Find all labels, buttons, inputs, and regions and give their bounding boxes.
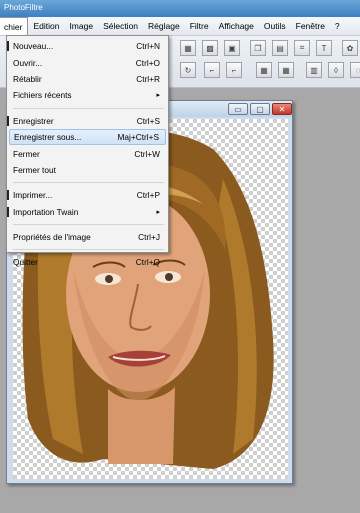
menu-separator bbox=[13, 223, 164, 225]
row-marker bbox=[7, 206, 9, 217]
layer-down-icon[interactable]: ⌐ bbox=[204, 62, 220, 78]
shortcut-label: Ctrl+N bbox=[136, 41, 160, 52]
menu-selection[interactable]: Sélection bbox=[98, 17, 143, 35]
menu-item-enregistrer[interactable]: Enregistrer Ctrl+S bbox=[7, 113, 168, 129]
row-marker bbox=[7, 190, 9, 201]
menu-separator bbox=[13, 249, 164, 251]
minimize-button[interactable]: ▭ bbox=[228, 103, 248, 115]
shortcut-label: Ctrl+S bbox=[136, 115, 160, 126]
menu-item-label: Enregistrer bbox=[13, 115, 54, 126]
zoom-out-icon[interactable]: ▦ bbox=[278, 62, 294, 78]
drop-icon[interactable]: ◊ bbox=[328, 62, 344, 78]
shortcut-label: Ctrl+P bbox=[136, 190, 160, 201]
filter-icon[interactable]: ◌ bbox=[350, 62, 360, 78]
menu-affichage[interactable]: Affichage bbox=[214, 17, 259, 35]
copy-icon[interactable]: ❐ bbox=[250, 40, 266, 56]
menu-fenetre[interactable]: Fenêtre bbox=[291, 17, 330, 35]
shortcut-label: Ctrl+J bbox=[138, 232, 160, 243]
menu-filtre[interactable]: Filtre bbox=[185, 17, 214, 35]
menu-item-label: Quitter bbox=[13, 257, 38, 268]
menu-item-label: Fichiers récents bbox=[13, 90, 72, 101]
menu-item-retablir[interactable]: Rétablir Ctrl+R bbox=[7, 71, 168, 87]
menu-item-fermer-tout[interactable]: Fermer tout bbox=[7, 162, 168, 178]
crop-icon[interactable]: ⌗ bbox=[294, 40, 310, 56]
submenu-arrow-icon: ▸ bbox=[156, 92, 160, 100]
shortcut-label: Ctrl+Q bbox=[135, 257, 160, 268]
menu-item-label: Imprimer... bbox=[13, 190, 53, 201]
paste-icon[interactable]: ▤ bbox=[272, 40, 288, 56]
menu-fichier[interactable]: chier bbox=[0, 17, 29, 35]
menu-item-label: Ouvrir... bbox=[13, 57, 43, 68]
menu-item-nouveau[interactable]: Nouveau... Ctrl+N bbox=[7, 38, 168, 54]
menu-item-quitter[interactable]: Quitter Ctrl+Q bbox=[7, 254, 168, 270]
menu-edition[interactable]: Edition bbox=[28, 17, 64, 35]
submenu-arrow-icon: ▸ bbox=[156, 208, 160, 216]
maximize-button[interactable]: ▢ bbox=[250, 103, 270, 115]
shortcut-label: Ctrl+R bbox=[136, 73, 160, 84]
photo-icon[interactable]: ✿ bbox=[342, 40, 358, 56]
image-icon[interactable]: ▦ bbox=[180, 40, 196, 56]
menu-help[interactable]: ? bbox=[330, 17, 345, 35]
rotate-icon[interactable]: ↻ bbox=[180, 62, 196, 78]
menu-item-label: Enregistrer sous... bbox=[14, 132, 82, 143]
menu-item-proprietes[interactable]: Propriétés de l'image Ctrl+J bbox=[7, 229, 168, 245]
grid-icon[interactable]: ▩ bbox=[202, 40, 218, 56]
menu-outils[interactable]: Outils bbox=[259, 17, 291, 35]
shortcut-label: Maj+Ctrl+S bbox=[117, 132, 160, 143]
menu-item-ouvrir[interactable]: Ouvrir... Ctrl+O bbox=[7, 54, 168, 70]
menu-bar: chier Edition Image Sélection Réglage Fi… bbox=[0, 17, 360, 36]
save-icon[interactable]: ▣ bbox=[224, 40, 240, 56]
menu-item-enregistrer-sous[interactable]: Enregistrer sous... Maj+Ctrl+S bbox=[9, 128, 166, 146]
app-title: PhotoFiltre bbox=[4, 3, 43, 12]
row-marker bbox=[7, 115, 9, 126]
menu-item-label: Fermer bbox=[13, 148, 40, 159]
text-tool-icon[interactable]: T bbox=[316, 40, 332, 56]
fit-icon[interactable]: ▥ bbox=[306, 62, 322, 78]
layer-up-icon[interactable]: ⌐ bbox=[226, 62, 242, 78]
menu-image[interactable]: Image bbox=[64, 17, 98, 35]
shortcut-label: Ctrl+W bbox=[134, 148, 160, 159]
menu-item-importation-twain[interactable]: Importation Twain ▸ bbox=[7, 204, 168, 220]
app-title-bar: PhotoFiltre bbox=[0, 0, 360, 17]
menu-item-imprimer[interactable]: Imprimer... Ctrl+P bbox=[7, 187, 168, 203]
menu-item-label: Nouveau... bbox=[13, 41, 54, 52]
menu-separator bbox=[13, 182, 164, 184]
menu-item-fichiers-recents[interactable]: Fichiers récents ▸ bbox=[7, 87, 168, 103]
row-marker bbox=[7, 41, 9, 51]
zoom-in-icon[interactable]: ▦ bbox=[256, 62, 272, 78]
menu-item-label: Rétablir bbox=[13, 73, 42, 84]
menu-reglage[interactable]: Réglage bbox=[143, 17, 185, 35]
menu-item-label: Importation Twain bbox=[13, 206, 79, 217]
file-menu-dropdown: Nouveau... Ctrl+N Ouvrir... Ctrl+O Rétab… bbox=[6, 35, 169, 267]
menu-separator bbox=[13, 107, 164, 109]
shortcut-label: Ctrl+O bbox=[135, 57, 160, 68]
menu-item-label: Propriétés de l'image bbox=[13, 232, 91, 243]
menu-item-label: Fermer tout bbox=[13, 164, 56, 175]
close-button[interactable]: ✕ bbox=[272, 103, 292, 115]
menu-item-fermer[interactable]: Fermer Ctrl+W bbox=[7, 145, 168, 161]
